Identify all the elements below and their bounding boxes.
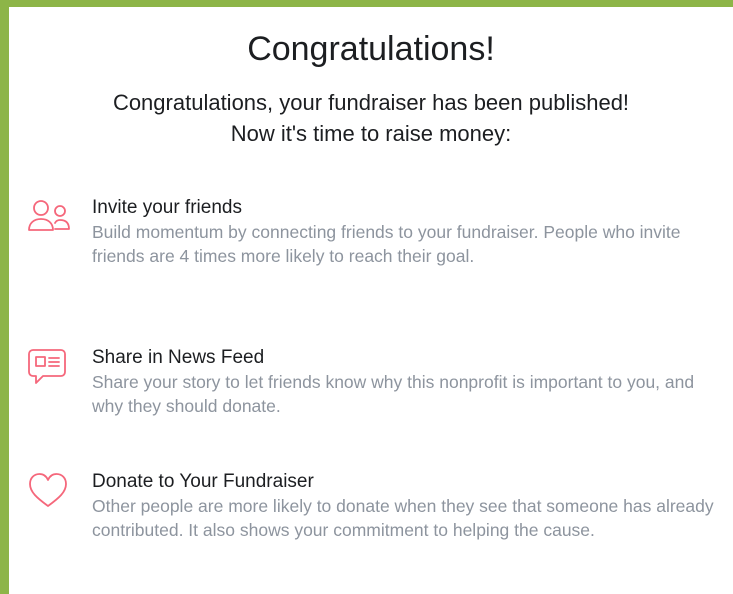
item-description: Other people are more likely to donate w… [92,496,714,540]
friends-icon [27,197,73,243]
dialog-subtitle: Congratulations, your fundraiser has bee… [9,87,733,149]
donate-fundraiser-text: Donate to Your Fundraiser Other people a… [92,471,727,542]
item-heading: Donate to Your Fundraiser [92,471,314,492]
subtitle-line-2: Now it's time to raise money: [230,121,512,146]
item-heading: Share in News Feed [92,347,265,368]
item-description: Build momentum by connecting friends to … [92,222,681,266]
subtitle-line-1: Congratulations, your fundraiser has bee… [112,90,630,115]
share-news-feed-text: Share in News Feed Share your story to l… [92,347,727,418]
item-description: Share your story to let friends know why… [92,372,695,416]
invite-friends-text: Invite your friends Build momentum by co… [92,197,727,268]
news-feed-icon [27,347,73,393]
item-heading: Invite your friends [92,197,242,218]
congratulations-dialog: Congratulations! Congratulations, your f… [9,7,733,594]
dialog-title: Congratulations! [247,30,495,68]
heart-icon [27,471,73,517]
